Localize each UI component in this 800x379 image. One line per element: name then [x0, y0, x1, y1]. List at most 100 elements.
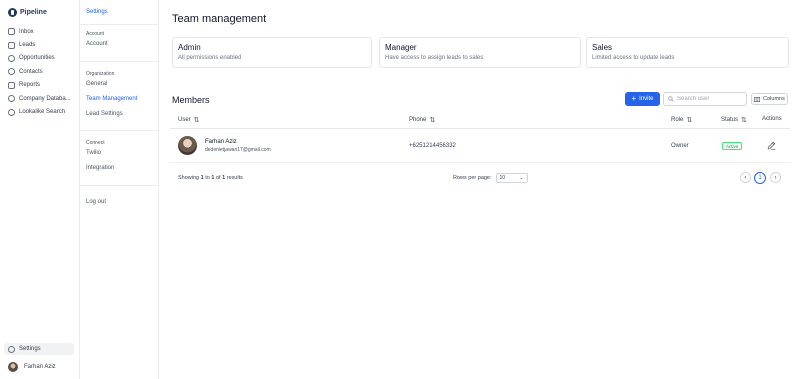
search-input[interactable] [677, 96, 743, 102]
results-from: 1 [200, 175, 204, 181]
nav-item-lookalike-search[interactable]: Lookalike Search [8, 105, 71, 118]
member-phone: +6251214456332 [409, 143, 456, 149]
results-total: 1 [222, 175, 226, 181]
nav-item-inbox[interactable]: Inbox [8, 25, 71, 38]
column-header-label: Role [671, 117, 684, 123]
invite-label: Invite [639, 96, 654, 102]
app-logo[interactable]: Pipeline [8, 8, 47, 17]
connect-group-label: Connect [86, 140, 105, 146]
column-header-actions: Actions [762, 116, 782, 122]
divider [80, 61, 159, 62]
of-word: of [215, 175, 221, 181]
nav-item-label: Opportunities [19, 55, 55, 62]
app-name: Pipeline [20, 9, 47, 16]
sidebar-item-team-management[interactable]: Team Management [86, 96, 137, 102]
sort-icon[interactable]: ⇅ [686, 116, 692, 124]
sort-icon[interactable]: ⇅ [194, 116, 200, 124]
column-header-status[interactable]: Status ⇅ [721, 116, 747, 124]
columns-button[interactable]: Columns [751, 93, 788, 105]
avatar [178, 136, 197, 155]
nav-item-contacts[interactable]: Contacts [8, 65, 71, 78]
nav-items: Inbox Leads Opportunities Contacts Repor… [8, 25, 71, 119]
chevron-down-icon: ⌄ [519, 175, 524, 181]
avatar [8, 362, 18, 372]
nav-item-label: Company Databa... [19, 95, 71, 102]
nav-item-opportunities[interactable]: Opportunities [8, 52, 71, 65]
sort-icon[interactable]: ⇅ [429, 116, 435, 124]
sidebar-item-lead-settings[interactable]: Lead Settings [86, 111, 123, 117]
account-group-label: Account [86, 31, 105, 37]
invite-button[interactable]: + Invite [625, 92, 660, 106]
rows-per-page-select[interactable]: 10 ⌄ [495, 173, 528, 183]
column-header-label: Phone [409, 117, 427, 123]
role-card-admin[interactable]: Admin All permissions enabled [172, 37, 372, 68]
rows-per-page-label: Rows per page: [453, 175, 492, 181]
next-page-button[interactable]: › [770, 172, 781, 183]
role-name: Admin [178, 43, 201, 52]
user-menu[interactable]: Farhan Aziz [8, 362, 56, 372]
role-name: Sales [592, 43, 613, 52]
column-header-role[interactable]: Role ⇅ [671, 116, 692, 124]
rows-per-page: Rows per page: 10 ⌄ [453, 173, 528, 183]
reports-icon [8, 81, 15, 89]
sidebar-item-twilio[interactable]: Twilio [86, 150, 101, 156]
nav-item-label: Inbox [19, 28, 34, 35]
column-header-label: Actions [762, 116, 782, 122]
members-title: Members [172, 95, 210, 105]
results-to: 1 [211, 175, 215, 181]
search-icon [8, 108, 15, 116]
search-icon [668, 96, 674, 102]
opportunities-icon [8, 54, 15, 62]
to-word: to [205, 175, 210, 181]
results-suffix: results [226, 175, 243, 181]
member-email: dedenietjawan17@gmail.com [205, 147, 271, 153]
edit-icon[interactable] [767, 141, 776, 150]
column-header-user[interactable]: User ⇅ [178, 116, 200, 124]
sidebar-item-integration[interactable]: Integration [86, 165, 114, 171]
table-header: User ⇅ Phone ⇅ Role ⇅ Status ⇅ Actions [170, 111, 790, 129]
columns-label: Columns [763, 96, 785, 102]
table-row[interactable]: Farhan Aziz dedenietjawan17@gmail.com +6… [170, 129, 790, 163]
nav-item-label: Reports [19, 82, 41, 89]
divider [80, 185, 159, 186]
logout-link[interactable]: Log out [86, 199, 106, 205]
nav-item-settings[interactable]: Settings [4, 343, 74, 355]
role-card-manager[interactable]: Manager Have access to assign leads to s… [379, 37, 581, 68]
nav-item-company-database[interactable]: Company Databa... [8, 92, 71, 105]
nav-settings-label: Settings [19, 346, 41, 352]
previous-page-button[interactable]: ‹ [740, 172, 751, 183]
gear-icon [8, 345, 15, 353]
divider [80, 130, 159, 131]
search-user-field[interactable] [663, 92, 747, 106]
leads-icon [8, 41, 15, 49]
contacts-icon [8, 68, 15, 76]
sort-icon[interactable]: ⇅ [741, 116, 747, 124]
settings-sidebar: Settings Account Account Organization Ge… [80, 0, 159, 379]
role-description: Limited access to update leads [592, 55, 675, 61]
plus-icon: + [631, 94, 637, 103]
results-summary: Showing 1 to 1 of 1 results [178, 175, 243, 181]
page-number-button[interactable]: 1 [754, 171, 766, 184]
main-nav: Pipeline Inbox Leads Opportunities Conta… [0, 0, 80, 379]
sidebar-item-general[interactable]: General [86, 81, 107, 87]
role-card-sales[interactable]: Sales Limited access to update leads [586, 37, 789, 68]
page-title: Team management [172, 13, 267, 25]
column-header-phone[interactable]: Phone ⇅ [409, 116, 435, 124]
sidebar-item-account[interactable]: Account [86, 41, 108, 47]
role-description: All permissions enabled [178, 55, 242, 61]
chevron-left-icon: ‹ [744, 174, 747, 181]
member-role: Owner [671, 143, 689, 149]
role-description: Have access to assign leads to sales [385, 55, 484, 61]
divider [80, 24, 159, 25]
nav-item-reports[interactable]: Reports [8, 79, 71, 92]
column-header-label: User [178, 117, 191, 123]
nav-item-leads[interactable]: Leads [8, 38, 71, 51]
rows-per-page-value: 10 [499, 175, 506, 181]
user-name: Farhan Aziz [24, 364, 56, 370]
database-icon [8, 95, 15, 103]
role-name: Manager [385, 43, 417, 52]
settings-header: Settings [86, 9, 108, 15]
inbox-icon [8, 28, 15, 36]
main-content: Team management Admin All permissions en… [160, 0, 800, 379]
chevron-right-icon: › [774, 174, 777, 181]
